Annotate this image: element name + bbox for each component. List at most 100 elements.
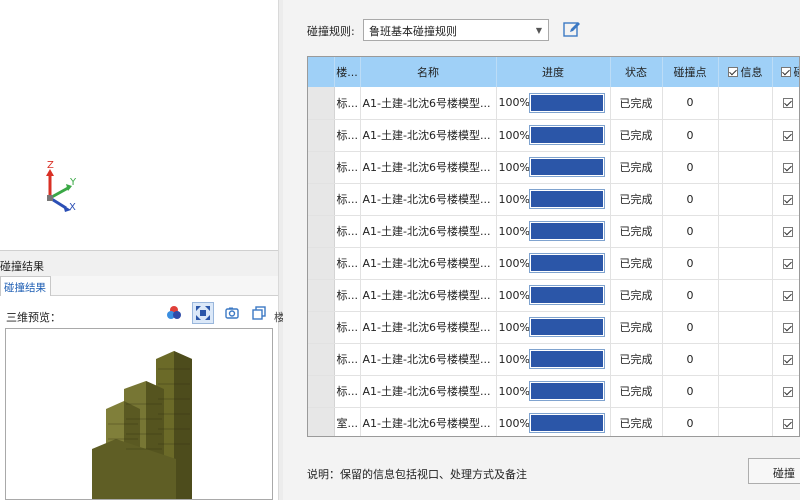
cell-collision[interactable] xyxy=(772,311,799,344)
cell-collision[interactable] xyxy=(772,87,799,120)
cell-info[interactable] xyxy=(718,311,773,344)
row-header[interactable] xyxy=(308,407,335,436)
progress-bar xyxy=(528,317,605,337)
table-row[interactable]: 标... A1-土建-北沈6号楼模型... 100% 已完成 0 xyxy=(308,375,799,408)
row-header[interactable] xyxy=(308,279,335,312)
progress-bar-fill xyxy=(530,191,603,207)
row-header[interactable] xyxy=(308,375,335,408)
header-floor[interactable]: 楼... xyxy=(334,57,361,87)
cell-collision[interactable] xyxy=(772,247,799,280)
cell-info[interactable] xyxy=(718,151,773,184)
row-collision-checkbox[interactable] xyxy=(782,226,793,237)
fit-view-icon[interactable] xyxy=(192,302,214,324)
cell-info[interactable] xyxy=(718,87,773,120)
rule-select[interactable]: 鲁班基本碰撞规则 ▼ xyxy=(363,19,549,41)
left-pane: Z Y X 碰撞结果 碰撞结果 三维预览： 楼 xyxy=(0,0,285,500)
row-collision-checkbox[interactable] xyxy=(782,418,793,429)
row-collision-checkbox[interactable] xyxy=(782,258,793,269)
cell-info[interactable] xyxy=(718,375,773,408)
collision-all-checkbox[interactable] xyxy=(780,67,791,77)
row-header[interactable] xyxy=(308,119,335,152)
color-balls-icon[interactable] xyxy=(163,302,185,324)
cell-info[interactable] xyxy=(718,119,773,152)
table-row[interactable]: 标... A1-土建-北沈6号楼模型... 100% 已完成 0 xyxy=(308,87,799,120)
header-info[interactable]: 信息 xyxy=(718,57,773,87)
cell-progress: 100% xyxy=(496,151,611,184)
table-row[interactable]: 标... A1-土建-北沈6号楼模型... 100% 已完成 0 xyxy=(308,151,799,184)
cell-collision[interactable] xyxy=(772,279,799,312)
cell-collision[interactable] xyxy=(772,375,799,408)
cell-name: A1-土建-北沈6号楼模型... xyxy=(360,279,497,312)
axis-x-label: X xyxy=(69,202,76,213)
edit-rule-button[interactable] xyxy=(562,19,582,39)
3d-viewport[interactable]: Z Y X xyxy=(0,0,278,250)
cell-info[interactable] xyxy=(718,215,773,248)
progress-percent: 100% xyxy=(498,256,530,270)
row-collision-checkbox[interactable] xyxy=(782,98,793,109)
cell-points: 0 xyxy=(662,247,719,280)
table-row[interactable]: 标... A1-土建-北沈6号楼模型... 100% 已完成 0 xyxy=(308,247,799,280)
cell-collision[interactable] xyxy=(772,215,799,248)
cell-collision[interactable] xyxy=(772,343,799,376)
tab-collision-results[interactable]: 碰撞结果 xyxy=(0,276,51,296)
cell-name: A1-土建-北沈6号楼模型... xyxy=(360,343,497,376)
table-row[interactable]: 标... A1-土建-北沈6号楼模型... 100% 已完成 0 xyxy=(308,279,799,312)
header-collision-label: 碰撞 xyxy=(794,64,800,80)
row-header[interactable] xyxy=(308,215,335,248)
header-collision[interactable]: 碰撞 xyxy=(772,57,800,87)
cell-collision[interactable] xyxy=(772,119,799,152)
progress-percent: 100% xyxy=(498,96,530,110)
row-header[interactable] xyxy=(308,343,335,376)
cell-floor: 标... xyxy=(334,215,361,248)
info-all-checkbox[interactable] xyxy=(727,67,738,77)
table-row[interactable]: 标... A1-土建-北沈6号楼模型... 100% 已完成 0 xyxy=(308,119,799,152)
table-row[interactable]: 标... A1-土建-北沈6号楼模型... 100% 已完成 0 xyxy=(308,311,799,344)
window-copy-icon[interactable] xyxy=(248,302,270,324)
row-collision-checkbox[interactable] xyxy=(782,194,793,205)
results-panel-header: 碰撞结果 xyxy=(0,250,278,276)
row-header[interactable] xyxy=(308,151,335,184)
collision-table: 楼... 名称 进度 状态 碰撞点 信息 碰撞 标...A1-土建-北沈6号楼模… xyxy=(307,56,800,437)
cell-info[interactable] xyxy=(718,247,773,280)
cell-info[interactable] xyxy=(718,343,773,376)
camera-icon[interactable] xyxy=(221,302,243,324)
cell-floor: 标... xyxy=(334,311,361,344)
row-collision-checkbox[interactable] xyxy=(782,354,793,365)
cell-progress: 100% xyxy=(496,343,611,376)
row-header[interactable] xyxy=(308,247,335,280)
row-collision-checkbox[interactable] xyxy=(782,386,793,397)
table-row[interactable]: 标... A1-土建-北沈6号楼模型... 100% 已完成 0 xyxy=(308,215,799,248)
progress-percent: 100% xyxy=(498,384,530,398)
row-header[interactable] xyxy=(308,311,335,344)
row-collision-checkbox[interactable] xyxy=(782,162,793,173)
row-collision-checkbox[interactable] xyxy=(782,290,793,301)
header-name[interactable]: 名称 xyxy=(360,57,497,87)
row-header[interactable] xyxy=(308,183,335,216)
cell-points: 0 xyxy=(662,311,719,344)
cell-info[interactable] xyxy=(718,407,773,436)
cell-collision[interactable] xyxy=(772,183,799,216)
header-points[interactable]: 碰撞点 xyxy=(662,57,719,87)
row-collision-checkbox[interactable] xyxy=(782,130,793,141)
cell-name: A1-土建-北沈6号楼模型... xyxy=(360,247,497,280)
header-info-label: 信息 xyxy=(740,66,763,79)
cell-collision[interactable] xyxy=(772,407,799,436)
table-row[interactable]: 标... A1-土建-北沈6号楼模型... 100% 已完成 0 xyxy=(308,183,799,216)
row-header[interactable] xyxy=(308,87,335,120)
cell-progress: 100% xyxy=(496,87,611,120)
header-status[interactable]: 状态 xyxy=(610,57,663,87)
table-row[interactable]: 室... A1-土建-北沈6号楼模型... 100% 已完成 0 xyxy=(308,407,799,436)
progress-bar xyxy=(528,189,605,209)
3d-preview-pane[interactable] xyxy=(5,328,273,500)
cell-info[interactable] xyxy=(718,183,773,216)
collision-button[interactable]: 碰撞 xyxy=(748,458,800,484)
table-row[interactable]: 标... A1-土建-北沈6号楼模型... 100% 已完成 0 xyxy=(308,343,799,376)
cell-status: 已完成 xyxy=(610,247,663,280)
header-progress[interactable]: 进度 xyxy=(496,57,611,87)
cell-points: 0 xyxy=(662,407,719,436)
cell-status: 已完成 xyxy=(610,343,663,376)
cell-floor: 标... xyxy=(334,151,361,184)
cell-info[interactable] xyxy=(718,279,773,312)
cell-collision[interactable] xyxy=(772,151,799,184)
row-collision-checkbox[interactable] xyxy=(782,322,793,333)
